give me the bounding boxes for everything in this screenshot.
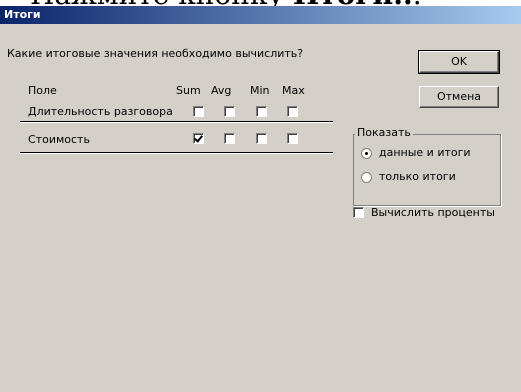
- cost-avg-checkbox[interactable]: [224, 133, 235, 144]
- cost-sum-checkbox[interactable]: [193, 133, 204, 144]
- field-column-header: Поле: [28, 84, 57, 97]
- dialog-title: Итоги: [4, 8, 41, 21]
- sum-column-header: Sum: [176, 84, 201, 97]
- totals-dialog: Итоги Какие итоговые значения необходимо…: [0, 6, 521, 392]
- ok-button[interactable]: OK: [418, 50, 500, 74]
- percent-checkbox[interactable]: [353, 207, 364, 218]
- row-divider: [20, 121, 333, 123]
- row-divider: [20, 152, 333, 154]
- cost-max-checkbox[interactable]: [287, 133, 298, 144]
- table-row-label: Длительность разговора: [28, 105, 173, 118]
- dialog-titlebar: Итоги: [0, 6, 521, 24]
- percent-checkbox-label[interactable]: Вычислить проценты: [371, 206, 495, 219]
- show-group-title: Показать: [355, 126, 413, 139]
- duration-min-checkbox[interactable]: [256, 106, 267, 117]
- totals-only-radio[interactable]: [361, 172, 372, 183]
- table-row-label: Стоимость: [28, 133, 90, 146]
- duration-max-checkbox[interactable]: [287, 106, 298, 117]
- cost-min-checkbox[interactable]: [256, 133, 267, 144]
- data-and-totals-radio[interactable]: [361, 148, 372, 159]
- max-column-header: Max: [282, 84, 305, 97]
- avg-column-header: Avg: [211, 84, 232, 97]
- prompt-label: Какие итоговые значения необходимо вычис…: [7, 47, 304, 60]
- totals-only-label[interactable]: только итоги: [379, 170, 456, 183]
- cancel-button[interactable]: Отмена: [419, 86, 499, 108]
- duration-avg-checkbox[interactable]: [224, 106, 235, 117]
- min-column-header: Min: [250, 84, 270, 97]
- data-and-totals-label[interactable]: данные и итоги: [379, 146, 471, 159]
- duration-sum-checkbox[interactable]: [193, 106, 204, 117]
